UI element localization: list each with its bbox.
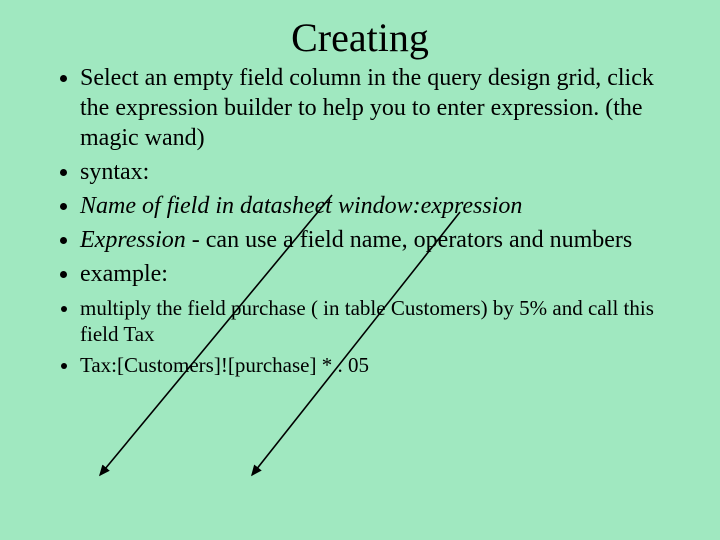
bullet-item-3: Name of field in datasheet window:expres… xyxy=(80,191,672,221)
slide: Creating Select an empty field column in… xyxy=(0,0,720,540)
bullet-item-5: example: xyxy=(80,259,672,289)
bullet-item-4-prefix: Expression xyxy=(80,227,192,253)
bullet-item-4: Expression - can use a field name, opera… xyxy=(80,225,672,255)
sub-bullet-1: multiply the field purchase ( in table C… xyxy=(80,295,672,348)
sub-bullet-2: Tax:[Customers]![purchase] * . 05 xyxy=(80,352,672,378)
bullet-item-1: Select an empty field column in the quer… xyxy=(80,63,672,153)
main-bullet-list: Select an empty field column in the quer… xyxy=(48,63,672,289)
slide-title: Creating xyxy=(48,14,672,61)
bullet-item-2: syntax: xyxy=(80,157,672,187)
sub-bullet-list: multiply the field purchase ( in table C… xyxy=(48,295,672,378)
bullet-item-3-text: Name of field in datasheet window:expres… xyxy=(80,193,522,219)
bullet-item-4-rest: - can use a field name, operators and nu… xyxy=(192,227,633,253)
